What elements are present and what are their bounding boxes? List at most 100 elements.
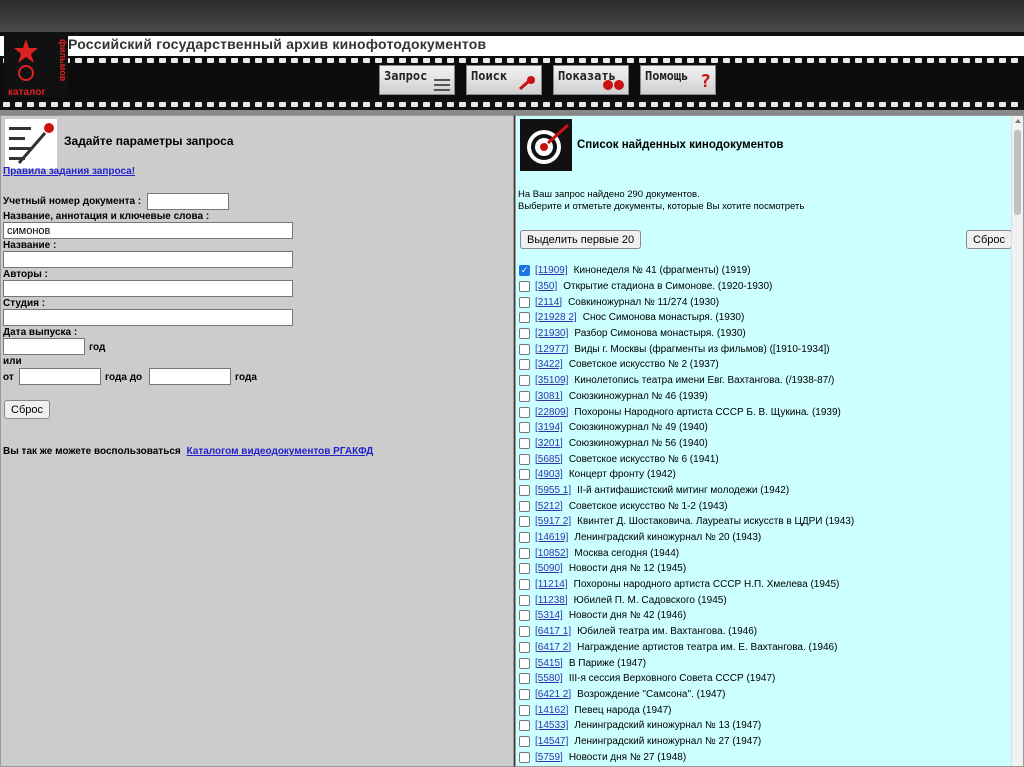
result-id-link[interactable]: [5917 2] [535, 516, 571, 527]
release-year-input[interactable] [3, 338, 85, 355]
doc-number-input[interactable] [147, 193, 229, 210]
result-id-link[interactable]: [5955 1] [535, 485, 571, 496]
result-row: [5955 1] II-й антифашистский митинг молод… [519, 483, 1009, 499]
name-input[interactable] [3, 251, 293, 268]
result-checkbox[interactable] [519, 704, 530, 716]
result-id-link[interactable]: [5759] [535, 752, 563, 763]
studio-input[interactable] [3, 309, 293, 326]
result-id-link[interactable]: [22809] [535, 407, 568, 418]
result-id-link[interactable]: [3201] [535, 438, 563, 449]
result-checkbox[interactable] [519, 610, 530, 622]
result-checkbox[interactable] [519, 406, 530, 418]
year-from-input[interactable] [19, 368, 101, 385]
result-row: [3194] Союзкиножурнал № 49 (1940) [519, 420, 1009, 436]
result-checkbox[interactable] [519, 343, 530, 355]
result-title: Союзкиножурнал № 56 (1940) [568, 437, 708, 449]
result-checkbox[interactable] [519, 673, 530, 685]
result-checkbox[interactable] [519, 751, 530, 763]
result-id-link[interactable]: [11238] [535, 595, 568, 606]
result-id-link[interactable]: [6417 2] [535, 642, 571, 653]
nav-button-show[interactable]: Показать [553, 65, 629, 95]
result-id-link[interactable]: [10852] [535, 548, 568, 559]
result-id-link[interactable]: [14547] [535, 736, 568, 747]
result-row: [5759] Новости дня № 27 (1948) [519, 749, 1009, 765]
result-checkbox[interactable] [519, 359, 530, 371]
nav-button-help[interactable]: Помощь ? [640, 65, 716, 95]
result-checkbox[interactable] [519, 547, 530, 559]
result-checkbox[interactable] [519, 437, 530, 449]
result-id-link[interactable]: [2114] [535, 297, 562, 308]
select-first-20-button[interactable]: Выделить первые 20 [520, 230, 642, 249]
result-checkbox[interactable] [519, 563, 530, 575]
result-checkbox[interactable] [519, 375, 530, 387]
result-checkbox[interactable] [519, 735, 530, 747]
result-checkbox[interactable] [519, 579, 530, 591]
result-checkbox[interactable] [519, 422, 530, 434]
result-id-link[interactable]: [3081] [535, 391, 563, 402]
result-id-link[interactable]: [35109] [535, 375, 568, 386]
result-id-link[interactable]: [14533] [535, 720, 568, 731]
result-title: Совкиножурнал № 11/274 (1930) [568, 296, 720, 308]
result-checkbox[interactable] [519, 453, 530, 465]
result-id-link[interactable]: [5212] [535, 501, 563, 512]
query-reset-button[interactable]: Сброс [4, 400, 50, 419]
result-checkbox[interactable] [519, 281, 530, 293]
result-id-link[interactable]: [5580] [535, 673, 563, 684]
also-text-label: Вы так же можете воспользоваться [3, 446, 181, 457]
result-checkbox[interactable] [519, 312, 530, 324]
result-checkbox[interactable] [519, 532, 530, 544]
video-catalog-link[interactable]: Каталогом видеодокументов РГАКФД [187, 446, 374, 457]
result-checkbox[interactable] [519, 296, 530, 308]
result-id-link[interactable]: [5685] [535, 454, 563, 465]
result-checkbox[interactable] [519, 720, 530, 732]
scroll-thumb[interactable] [1014, 130, 1021, 215]
results-title: Список найденных кинодокументов [577, 139, 784, 151]
result-id-link[interactable]: [11214] [535, 579, 568, 590]
result-title: Похороны Народного артиста СССР Б. В. Щу… [574, 406, 841, 418]
result-checkbox[interactable] [519, 688, 530, 700]
result-title: Ленинградский киножурнал № 27 (1947) [574, 735, 762, 747]
result-id-link[interactable]: [5090] [535, 563, 563, 574]
result-id-link[interactable]: [6421 2] [535, 689, 571, 700]
nav-button-search[interactable]: Поиск [466, 65, 542, 95]
result-id-link[interactable]: [5314] [535, 610, 563, 621]
result-checkbox[interactable] [519, 484, 530, 496]
result-checkbox[interactable] [519, 500, 530, 512]
result-id-link[interactable]: [14619] [535, 532, 568, 543]
scroll-up-arrow[interactable] [1015, 119, 1021, 123]
result-id-link[interactable]: [3422] [535, 359, 563, 370]
results-reset-button[interactable]: Сброс [966, 230, 1012, 249]
result-checkbox[interactable] [519, 516, 530, 528]
result-title: Разбор Симонова монастыря. (1930) [574, 328, 746, 340]
result-checkbox[interactable] [519, 328, 530, 340]
result-checkbox[interactable] [519, 626, 530, 638]
keywords-input[interactable] [3, 222, 293, 239]
result-checkbox[interactable] [519, 390, 530, 402]
result-id-link[interactable]: [3194] [535, 422, 563, 433]
year-to-input[interactable] [149, 368, 231, 385]
result-checkbox[interactable] [519, 641, 530, 653]
result-id-link[interactable]: [21930] [535, 328, 568, 339]
result-row: [3081] Союзкиножурнал № 46 (1939) [519, 389, 1009, 405]
result-title: Кинонеделя № 41 (фрагменты) (1919) [573, 265, 751, 277]
result-id-link[interactable]: [6417 1] [535, 626, 571, 637]
result-checkbox[interactable] [519, 594, 530, 606]
query-title: Задайте параметры запроса [64, 134, 234, 148]
catalog-logo: каталог фильмов [4, 35, 68, 97]
nav-button-query[interactable]: Запрос [379, 65, 455, 95]
query-rules-link[interactable]: Правила задания запроса! [3, 166, 135, 177]
results-scrollbar[interactable] [1011, 116, 1023, 766]
result-id-link[interactable]: [12977] [535, 344, 568, 355]
result-id-link[interactable]: [11909] [535, 265, 568, 276]
result-id-link[interactable]: [5415] [535, 658, 563, 669]
result-checkbox[interactable] [519, 469, 530, 481]
authors-input[interactable] [3, 280, 293, 297]
result-checkbox[interactable] [519, 265, 530, 277]
result-id-link[interactable]: [350] [535, 281, 557, 292]
result-id-link[interactable]: [21928 2] [535, 312, 577, 323]
result-checkbox[interactable] [519, 657, 530, 669]
result-id-link[interactable]: [14162] [535, 705, 568, 716]
result-id-link[interactable]: [4903] [535, 469, 563, 480]
result-row: [5917 2] Квинтет Д. Шостаковича. Лауреаты… [519, 514, 1009, 530]
result-row: [6417 1] Юбилей театра им. Вахтангова. (1… [519, 624, 1009, 640]
